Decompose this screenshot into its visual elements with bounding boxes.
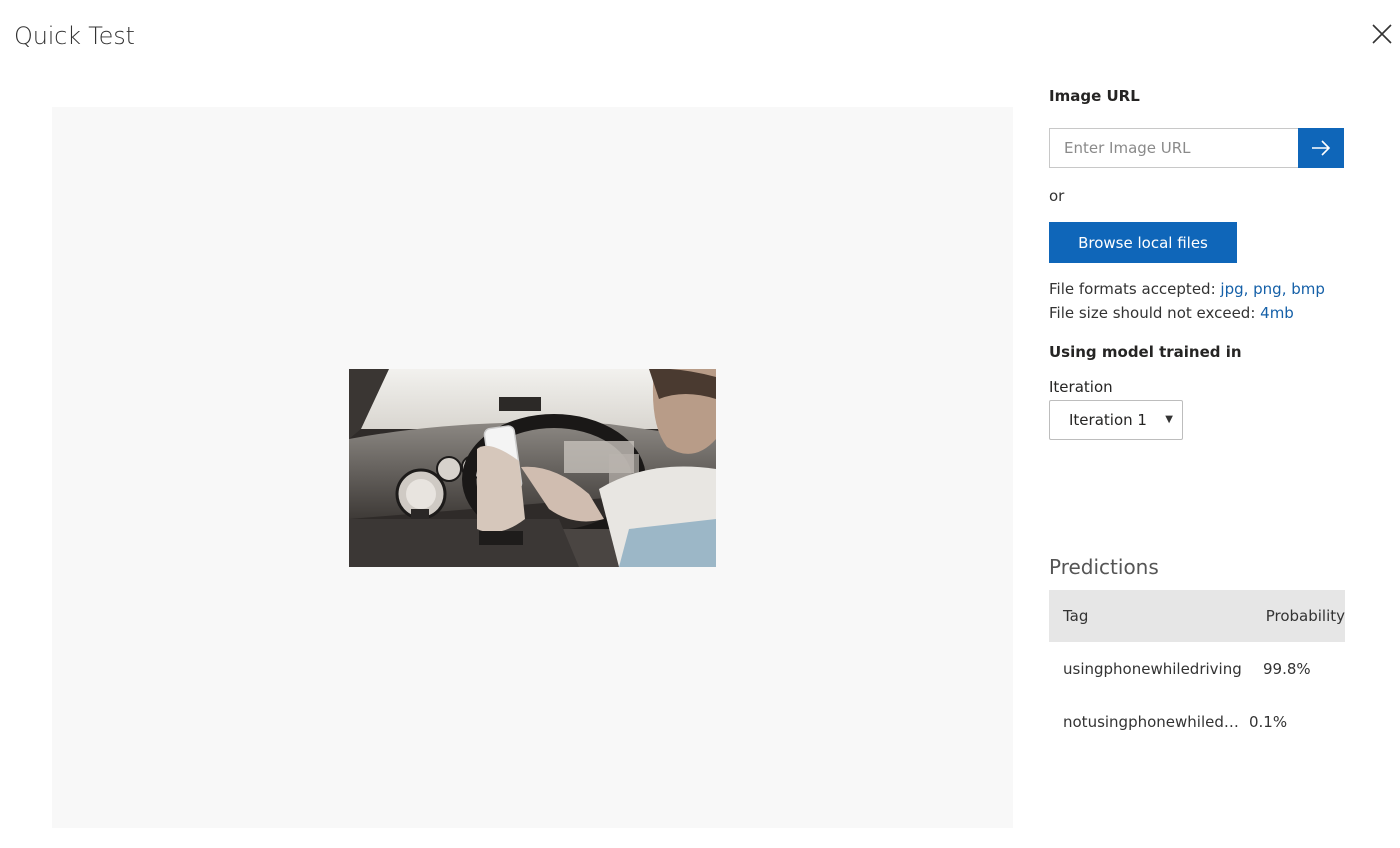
image-url-submit-button[interactable] [1298,128,1344,168]
arrow-right-icon [1312,140,1331,156]
test-options-panel: Image URL or Browse local files File for… [1049,0,1349,848]
prediction-probability: 0.1% [1249,712,1288,731]
predictions-title: Predictions [1049,555,1159,579]
file-size-value: 4mb [1260,304,1294,322]
image-url-input[interactable] [1049,128,1298,168]
close-button[interactable] [1368,20,1396,48]
predictions-table: Tag Probability usingphonewhiledriving 9… [1049,590,1345,748]
close-icon [1372,24,1392,44]
image-preview-area [52,107,1013,828]
column-header-probability: Probability [1265,607,1345,625]
prediction-tag: usingphonewhiledriving [1063,659,1242,678]
table-row: usingphonewhiledriving 99.8% [1049,642,1345,695]
iteration-label: Iteration [1049,378,1113,396]
quick-test-dialog: Quick Test Image URL Enter Image URL or … [0,0,1400,848]
predictions-table-header: Tag Probability [1049,590,1345,642]
table-row: notusingphonewhiledriving 0.1% [1049,695,1345,748]
prediction-probability: 99.8% [1263,659,1311,678]
image-url-label: Image URL [1049,87,1140,105]
dialog-title: Quick Test [14,22,135,50]
file-formats-label: File formats accepted: [1049,280,1216,298]
image-url-row [1049,128,1344,168]
or-separator: or [1049,187,1065,205]
chevron-down-icon: ▼ [1165,414,1173,425]
file-size-info: File size should not exceed: 4mb [1049,304,1294,322]
model-label: Using model trained in [1049,343,1242,361]
column-header-tag: Tag [1063,607,1089,625]
iteration-select[interactable]: Iteration 1 ▼ [1049,400,1183,440]
file-formats-info: File formats accepted: jpg, png, bmp [1049,280,1325,298]
browse-local-files-button[interactable]: Browse local files [1049,222,1237,263]
prediction-tag: notusingphonewhiledriving [1063,712,1245,731]
file-formats-value: jpg, png, bmp [1220,280,1325,298]
file-size-label: File size should not exceed: [1049,304,1256,322]
preview-image [349,369,716,567]
iteration-selected-value: Iteration 1 [1069,411,1147,429]
